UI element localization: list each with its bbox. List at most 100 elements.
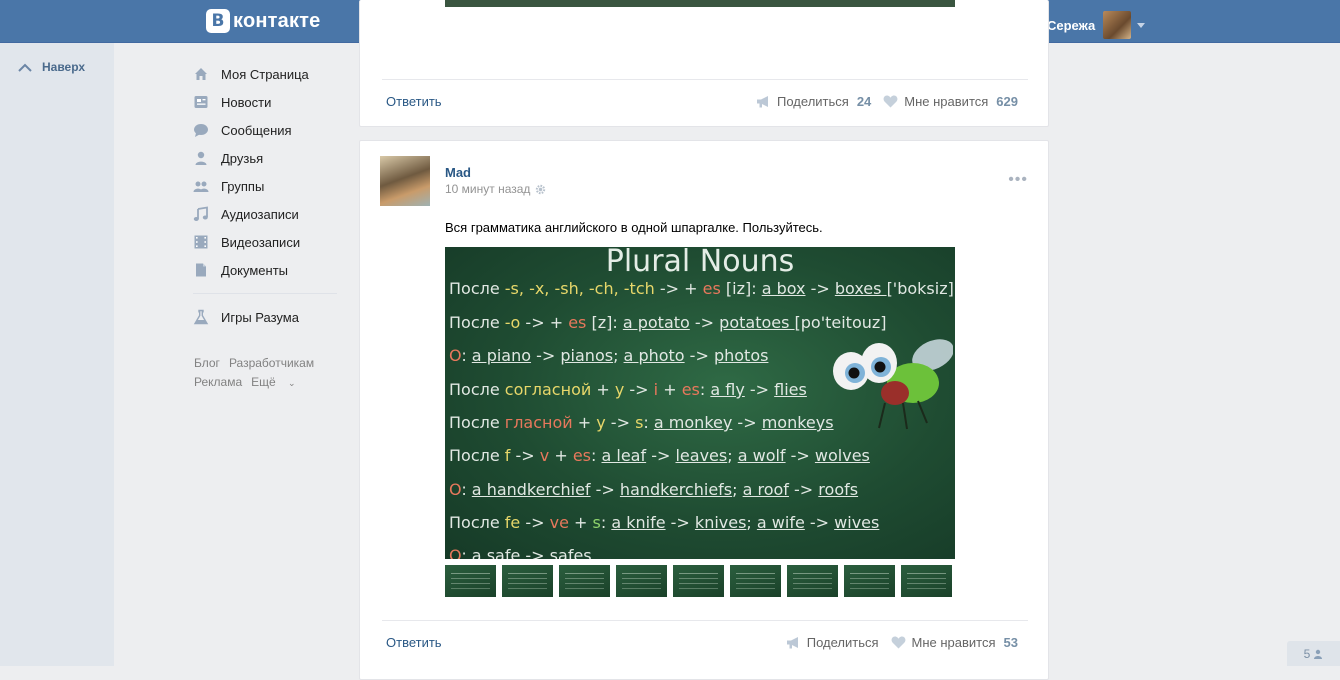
chevron-down-icon: [1137, 22, 1146, 28]
image-text-segment: a wolf: [737, 446, 786, 465]
like-button[interactable]: Мне нравится 629: [883, 94, 1018, 109]
sidebar-item-friends[interactable]: Друзья: [193, 144, 343, 172]
image-text-line: После fe -> ve + s: a knife -> knives; a…: [449, 513, 879, 532]
image-text-segment: После: [449, 413, 505, 432]
photo-thumbnail[interactable]: [616, 565, 667, 597]
sidebar-item-game[interactable]: Игры Разума: [193, 303, 343, 331]
image-text-segment: -s, -x, -sh, -ch, -tch: [504, 279, 655, 298]
image-text-segment: [iz]:: [720, 279, 762, 298]
image-text-segment: ->: [605, 413, 636, 432]
flask-icon: [193, 309, 209, 325]
image-text-segment: ->: [788, 480, 819, 499]
image-text-segment: fe: [504, 513, 521, 532]
image-text-segment: ;: [732, 480, 743, 499]
like-count: 629: [996, 93, 1018, 109]
image-text-segment: roofs: [818, 480, 859, 499]
image-text-segment: После: [449, 313, 505, 332]
image-text-segment: a knife: [611, 513, 666, 532]
sidebar-item-label: Моя Страница: [221, 66, 309, 82]
post-image[interactable]: [445, 0, 955, 7]
person-icon: [1314, 649, 1323, 659]
sidebar: Моя Страница Новости Сообщения Друзья Гр…: [193, 60, 343, 331]
share-label: Поделиться: [806, 634, 879, 650]
image-text-segment: ->: [590, 480, 620, 499]
image-text-segment: a handkerchief: [471, 480, 591, 499]
video-icon: [193, 234, 209, 250]
share-button[interactable]: Поделиться 24: [756, 94, 871, 109]
sidebar-item-label: Аудиозаписи: [221, 206, 299, 222]
image-text-segment: es: [568, 313, 587, 332]
photo-thumbnail[interactable]: [901, 565, 952, 597]
photo-thumbnail[interactable]: [844, 565, 895, 597]
sidebar-item-news[interactable]: Новости: [193, 88, 343, 116]
back-to-top-button[interactable]: Наверх: [18, 60, 85, 74]
logo-icon: В: [206, 9, 230, 33]
footer-link-more[interactable]: Ещё ⌄: [251, 375, 304, 389]
reply-button[interactable]: Ответить: [386, 94, 442, 109]
news-icon: [193, 94, 209, 110]
image-text-segment: y: [596, 413, 606, 432]
image-text-line: После гласной + y -> s: a monkey -> monk…: [449, 413, 834, 432]
image-text-segment: a potato: [622, 313, 690, 332]
photo-thumbnail[interactable]: [673, 565, 724, 597]
photo-thumbnail[interactable]: [445, 565, 496, 597]
image-text-segment: ->: [531, 346, 561, 365]
more-options-icon[interactable]: •••: [1008, 171, 1028, 189]
image-text-segment: knives: [694, 513, 747, 532]
footer-links: Блог Разработчикам Реклама Ещё ⌄: [194, 354, 344, 393]
image-text-segment: +: [549, 446, 573, 465]
post-author[interactable]: Mad: [445, 165, 471, 180]
image-text-segment: ->: [646, 446, 676, 465]
image-text-segment: a photo: [623, 346, 685, 365]
image-text-segment: es: [702, 279, 721, 298]
like-button[interactable]: Мне нравится 53: [891, 635, 1018, 650]
sidebar-item-documents[interactable]: Документы: [193, 256, 343, 284]
fly-illustration: [833, 339, 953, 430]
like-label: Мне нравится: [904, 93, 989, 109]
post-time-label[interactable]: 10 минут назад: [445, 182, 530, 196]
messages-icon: [193, 122, 209, 138]
photo-thumbnail[interactable]: [787, 565, 838, 597]
photo-thumbnail[interactable]: [730, 565, 781, 597]
image-text-line: После f -> v + es: a leaf -> leaves; a w…: [449, 446, 870, 465]
chat-counter: 5: [1303, 646, 1311, 661]
image-text-line: После -s, -x, -sh, -ch, -tch -> + es [iz…: [449, 279, 954, 298]
footer-link-developers[interactable]: Разработчикам: [229, 356, 314, 370]
footer-link-ads[interactable]: Реклама: [194, 375, 242, 389]
photo-thumbnail[interactable]: [502, 565, 553, 597]
image-text-segment: ;: [746, 513, 757, 532]
image-text-segment: potatoes: [719, 313, 795, 332]
image-text-segment: s: [592, 513, 601, 532]
image-text-segment: После: [449, 380, 505, 399]
sidebar-item-video[interactable]: Видеозаписи: [193, 228, 343, 256]
sidebar-item-groups[interactable]: Группы: [193, 172, 343, 200]
image-text-segment: После: [449, 446, 505, 465]
avatar: [1103, 11, 1132, 39]
image-text-segment: согласной: [504, 380, 592, 399]
sidebar-item-audio[interactable]: Аудиозаписи: [193, 200, 343, 228]
sidebar-divider: [193, 293, 337, 294]
vk-logo[interactable]: В контакте: [206, 9, 321, 33]
image-text-segment: ->: [665, 513, 695, 532]
sidebar-item-messages[interactable]: Сообщения: [193, 116, 343, 144]
heart-icon: [891, 636, 905, 648]
author-avatar[interactable]: [380, 156, 430, 206]
image-text-segment: :: [461, 346, 472, 365]
photo-thumbnail[interactable]: [559, 565, 610, 597]
footer-link-blog[interactable]: Блог: [194, 356, 220, 370]
image-text-segment: y: [614, 380, 625, 399]
gear-icon: [536, 184, 546, 194]
post-image[interactable]: Plural Nouns После -s, -x, -sh, -ch, -tc…: [445, 247, 955, 559]
reply-button[interactable]: Ответить: [386, 635, 442, 650]
scroll-up-strip[interactable]: [0, 43, 114, 666]
sidebar-item-my-page[interactable]: Моя Страница: [193, 60, 343, 88]
share-button[interactable]: Поделиться: [786, 635, 879, 650]
image-text-segment: ->: [732, 413, 762, 432]
chat-bubble[interactable]: 5: [1287, 641, 1340, 666]
image-title: Plural Nouns: [605, 247, 795, 279]
image-text-segment: ->: [785, 446, 815, 465]
image-text-segment: ->: [804, 513, 835, 532]
user-menu[interactable]: Сережа: [1047, 11, 1146, 39]
image-text-segment: +: [658, 380, 682, 399]
image-text-segment: ->: [805, 279, 835, 298]
